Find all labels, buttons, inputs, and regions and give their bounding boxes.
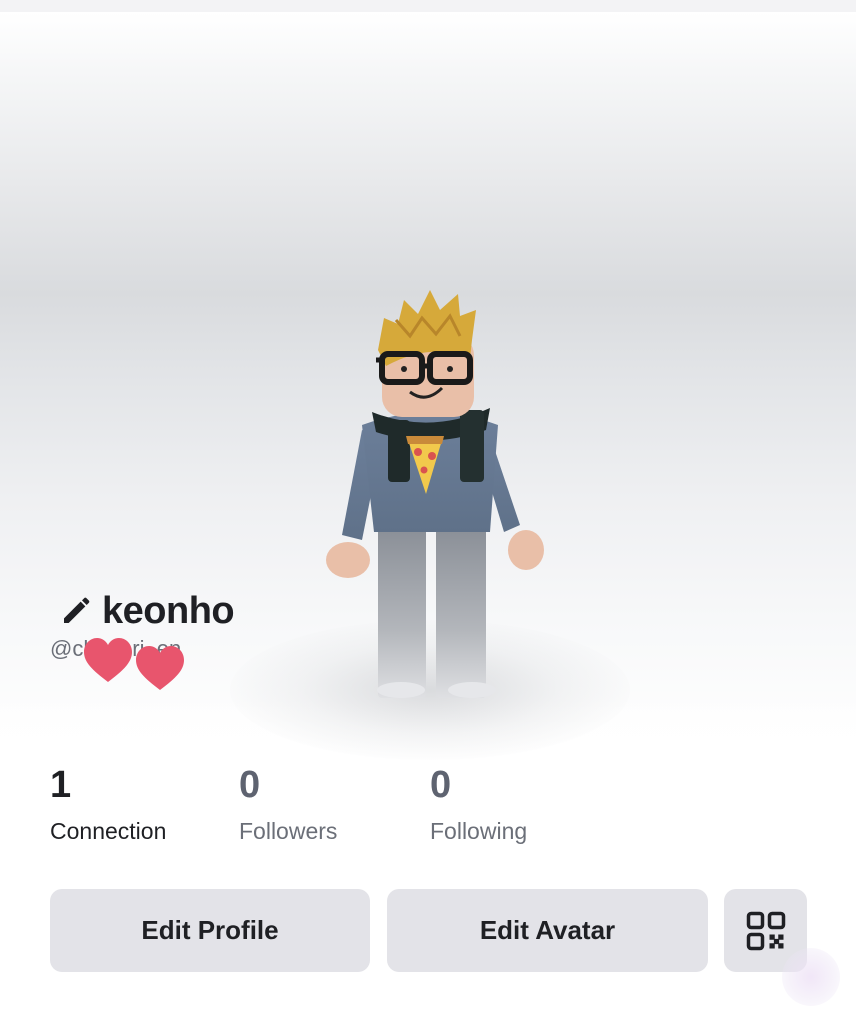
edit-avatar-button[interactable]: Edit Avatar — [387, 889, 708, 972]
watermark-badge — [782, 948, 840, 1006]
avatar-figure[interactable] — [300, 280, 560, 720]
pencil-icon[interactable] — [60, 595, 92, 627]
followers-label: Followers — [239, 818, 338, 844]
following-count: 0 — [430, 764, 452, 806]
stat-connections[interactable]: 1 Connection — [50, 762, 166, 846]
connections-label: Connection — [50, 818, 167, 844]
display-name: keonho — [102, 589, 235, 632]
edit-profile-button[interactable]: Edit Profile — [50, 889, 370, 972]
connections-count: 1 — [50, 764, 72, 806]
followers-count: 0 — [239, 764, 261, 806]
top-bar — [0, 0, 856, 12]
qr-code-icon — [746, 911, 785, 950]
stat-following[interactable]: 0 Following — [430, 762, 527, 846]
following-label: Following — [430, 818, 528, 844]
hearts-sticker — [84, 638, 184, 690]
stat-followers[interactable]: 0 Followers — [239, 762, 337, 846]
display-name-row[interactable]: keonho — [60, 588, 235, 634]
profile-page: keonho @ch ri en 1 Connection 0 Follower… — [0, 0, 856, 1024]
